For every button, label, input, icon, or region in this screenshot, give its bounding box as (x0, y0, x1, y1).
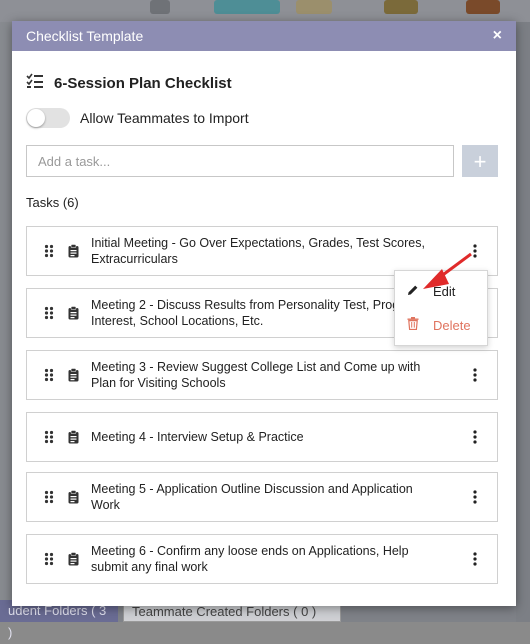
drag-handle-icon[interactable] (35, 244, 63, 258)
task-row[interactable]: Meeting 6 - Confirm any loose ends on Ap… (26, 534, 498, 584)
drag-handle-icon[interactable] (35, 368, 63, 382)
close-icon[interactable]: × (493, 27, 502, 45)
checklist-template-modal: Checklist Template × 6-Session Plan Chec… (12, 21, 516, 606)
clipboard-icon (63, 490, 83, 504)
checklist-icon (26, 73, 44, 94)
edit-label: Edit (433, 284, 456, 299)
background-right-panel (516, 22, 530, 622)
checklist-title: 6-Session Plan Checklist (54, 75, 232, 92)
add-task-button[interactable]: + (462, 145, 498, 177)
task-row[interactable]: Meeting 4 - Interview Setup & Practice (26, 412, 498, 462)
clipboard-icon (63, 430, 83, 444)
task-row[interactable]: Meeting 3 - Review Suggest College List … (26, 350, 498, 400)
task-row[interactable]: Meeting 5 - Application Outline Discussi… (26, 472, 498, 522)
kebab-icon[interactable] (463, 552, 487, 566)
background-left-panel (0, 22, 12, 622)
kebab-icon[interactable] (463, 430, 487, 444)
allow-import-toggle[interactable] (26, 108, 70, 128)
toggle-knob (27, 109, 45, 127)
task-row[interactable]: Initial Meeting - Go Over Expectations, … (26, 226, 498, 276)
edit-menu-item[interactable]: Edit (407, 284, 455, 299)
kebab-icon[interactable] (463, 244, 487, 258)
task-text: Meeting 4 - Interview Setup & Practice (91, 430, 304, 444)
task-text: Initial Meeting - Go Over Expectations, … (91, 236, 425, 266)
task-context-menu: Edit Delete (394, 270, 488, 346)
drag-handle-icon[interactable] (35, 552, 63, 566)
allow-import-row: Allow Teammates to Import (26, 108, 249, 128)
kebab-icon[interactable] (463, 490, 487, 504)
delete-menu-item[interactable]: Delete (407, 317, 471, 333)
clipboard-icon (63, 552, 83, 566)
clipboard-icon (63, 306, 83, 320)
clipboard-icon (63, 368, 83, 382)
background-icon (466, 0, 500, 14)
tasks-count-label: Tasks (6) (26, 195, 79, 210)
checklist-title-row: 6-Session Plan Checklist (26, 73, 232, 94)
drag-handle-icon[interactable] (35, 430, 63, 444)
background-icon (150, 0, 170, 14)
drag-handle-icon[interactable] (35, 306, 63, 320)
modal-title: Checklist Template (26, 28, 144, 44)
modal-header: Checklist Template × (12, 21, 516, 51)
delete-label: Delete (433, 317, 471, 333)
clipboard-icon (63, 244, 83, 258)
kebab-icon[interactable] (463, 368, 487, 382)
allow-import-label: Allow Teammates to Import (80, 110, 249, 126)
trash-icon (407, 317, 419, 333)
drag-handle-icon[interactable] (35, 490, 63, 504)
task-text: Meeting 5 - Application Outline Discussi… (91, 482, 413, 512)
add-task-input[interactable] (26, 145, 454, 177)
pencil-icon (407, 284, 419, 299)
task-text: Meeting 3 - Review Suggest College List … (91, 360, 421, 390)
background-icon (214, 0, 280, 14)
background-icon (296, 0, 332, 14)
background-icon (384, 0, 418, 14)
task-text: Meeting 6 - Confirm any loose ends on Ap… (91, 544, 409, 574)
